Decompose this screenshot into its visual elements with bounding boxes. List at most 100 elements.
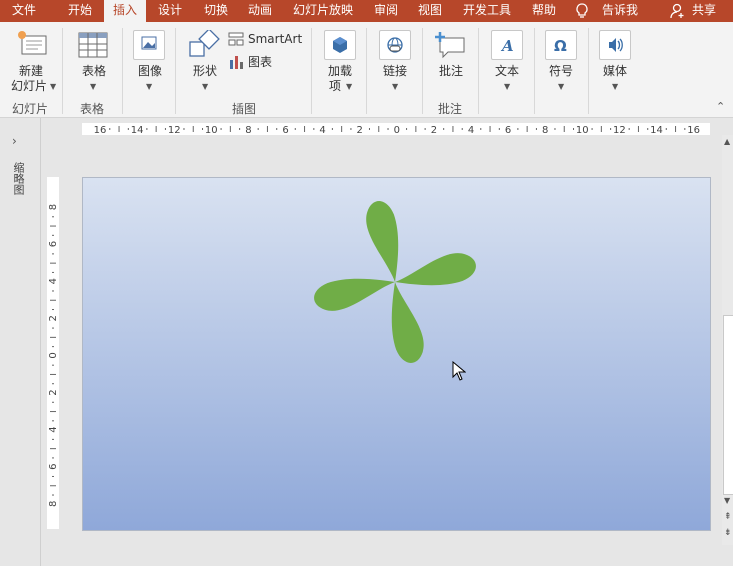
image-icon	[133, 30, 165, 60]
ruler-tick	[50, 373, 56, 375]
tab-help[interactable]: 帮助	[524, 0, 564, 22]
group-separator	[534, 28, 535, 114]
scroll-up-icon[interactable]: ▲	[724, 137, 730, 146]
thumbnail-panel-label[interactable]: 缩略图	[10, 162, 26, 195]
ruler-tick	[52, 327, 54, 329]
previous-slide-icon[interactable]: ⇞	[724, 512, 732, 522]
share-button[interactable]: 共享	[688, 0, 720, 22]
pinwheel-blade[interactable]	[373, 282, 441, 366]
chevron-down-icon: ▼	[558, 82, 565, 91]
chevron-down-icon: ▼	[346, 82, 353, 91]
ruler-label: 8	[48, 501, 59, 507]
ribbon-insert: 新建 幻灯片 ▼ 幻灯片 表格 ▼ 表格 图像 ▼ 形状 ▼ SmartArt	[0, 22, 733, 118]
shapes-button[interactable]: 形状 ▼	[184, 22, 226, 98]
omega-icon: Ω	[545, 30, 577, 60]
ruler-label: 2	[431, 125, 437, 135]
ruler-tick	[52, 346, 54, 348]
ruler-tick	[52, 253, 54, 255]
ruler-tick	[600, 126, 602, 132]
ruler-tick	[50, 485, 56, 487]
media-button[interactable]: 媒体 ▼	[594, 22, 636, 98]
ruler-label: 2	[48, 389, 59, 395]
ruler-tick	[183, 128, 185, 130]
pinwheel-blade[interactable]	[349, 198, 417, 282]
tell-me-search[interactable]: 告诉我	[598, 0, 642, 22]
collapse-ribbon-icon[interactable]: ⌃	[716, 100, 725, 113]
group-label-illustrations: 插图	[231, 102, 256, 116]
smartart-icon	[228, 31, 244, 50]
scroll-down-icon[interactable]: ▼	[724, 496, 730, 505]
chevron-down-icon: ▼	[50, 82, 57, 91]
horizontal-ruler: 16 14 12 10 8 6 4 2 0 2 4 6 8 10 12 14 16	[82, 123, 710, 135]
table-button[interactable]: 表格 ▼	[72, 22, 116, 98]
pinwheel-shape[interactable]	[83, 178, 710, 530]
pinwheel-blade[interactable]	[395, 236, 479, 304]
group-separator	[478, 28, 479, 114]
table-icon	[78, 32, 108, 61]
text-button[interactable]: A 文本 ▼	[486, 22, 528, 98]
ruler-label: 6	[505, 125, 511, 135]
ruler-label: 0	[394, 125, 400, 135]
ruler-tick	[52, 271, 54, 273]
ruler-label: 2	[357, 125, 363, 135]
chevron-down-icon: ▼	[90, 82, 97, 91]
image-button[interactable]: 图像 ▼	[130, 22, 170, 98]
ruler-tick	[461, 128, 463, 130]
lightbulb-icon	[575, 3, 589, 22]
text-icon: A	[491, 30, 523, 60]
ruler-tick	[50, 411, 56, 413]
ruler-tick	[50, 448, 56, 450]
link-button[interactable]: 链接 ▼	[374, 22, 416, 98]
tab-animations[interactable]: 动画	[240, 0, 280, 22]
ruler-tick	[52, 475, 54, 477]
smartart-button[interactable]: SmartArt	[228, 30, 304, 48]
ruler-label: 10	[205, 125, 218, 135]
addins-label-1: 加载	[327, 64, 352, 78]
chart-button[interactable]: 图表	[228, 53, 278, 71]
ruler-tick	[368, 128, 370, 130]
group-separator-light	[175, 28, 176, 114]
tab-transitions[interactable]: 切换	[196, 0, 236, 22]
addins-button[interactable]: 加载 项 ▼	[320, 22, 360, 98]
ruler-tick	[573, 128, 575, 130]
table-label: 表格	[81, 64, 106, 78]
tab-slideshow[interactable]: 幻灯片放映	[286, 0, 360, 22]
ruler-tick	[146, 128, 148, 130]
slide-canvas[interactable]	[82, 177, 711, 531]
ruler-tick	[350, 128, 352, 130]
ruler-label: 8	[48, 204, 59, 210]
tab-home[interactable]: 开始	[60, 0, 100, 22]
ribbon-tab-bar: 文件 开始 插入 设计 切换 动画 幻灯片放映 审阅 视图 开发工具 帮助 告诉…	[0, 0, 733, 22]
person-icon	[670, 3, 686, 22]
group-label-slides: 幻灯片	[11, 102, 48, 116]
scrollbar-thumb[interactable]	[723, 315, 733, 495]
ruler-tick	[52, 290, 54, 292]
image-label: 图像	[137, 64, 162, 78]
tab-design[interactable]: 设计	[150, 0, 190, 22]
next-slide-icon[interactable]: ⇟	[724, 528, 732, 538]
group-separator	[422, 28, 423, 114]
chevron-down-icon: ▼	[392, 82, 399, 91]
ruler-tick	[52, 494, 54, 496]
new-slide-button[interactable]: 新建 幻灯片 ▼	[4, 22, 56, 98]
smartart-label: SmartArt	[248, 32, 303, 46]
ruler-tick	[50, 262, 56, 264]
ruler-tick	[52, 457, 54, 459]
ruler-tick	[229, 126, 231, 132]
ruler-tick	[331, 128, 333, 130]
comment-button[interactable]: 批注	[430, 22, 472, 98]
tab-view[interactable]: 视图	[410, 0, 450, 22]
tab-file[interactable]: 文件	[4, 0, 44, 22]
ruler-label: 4	[48, 278, 59, 284]
ruler-tick	[164, 128, 166, 130]
tab-review[interactable]: 审阅	[366, 0, 406, 22]
ruler-tick	[52, 309, 54, 311]
ruler-tick	[480, 128, 482, 130]
tab-developer[interactable]: 开发工具	[456, 0, 518, 22]
symbol-button[interactable]: Ω 符号 ▼	[540, 22, 582, 98]
vertical-ruler: 8 6 4 2 0 2 4 6 8	[47, 177, 59, 529]
expand-panel-icon[interactable]: ›	[12, 134, 17, 148]
tab-insert[interactable]: 插入	[104, 0, 146, 22]
pinwheel-blade[interactable]	[311, 260, 395, 328]
ruler-tick	[341, 126, 343, 132]
